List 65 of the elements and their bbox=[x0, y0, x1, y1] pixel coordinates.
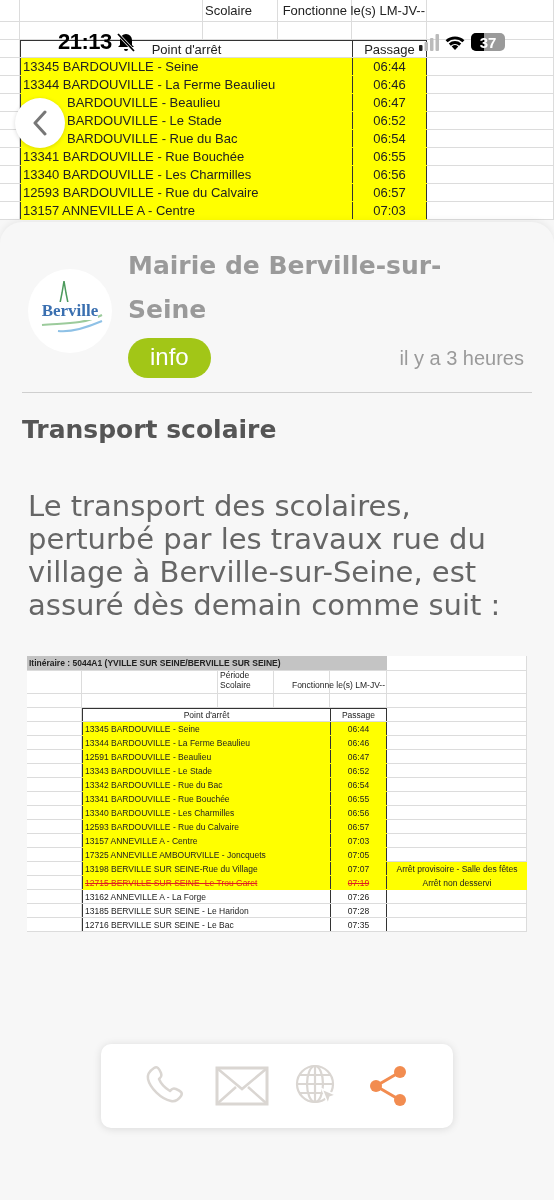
table-cell: 06:44 bbox=[330, 722, 387, 735]
table-cell-text: Scolaire bbox=[204, 1, 253, 20]
table-cell: 07:28 bbox=[330, 904, 387, 917]
table-cell: 06:52 bbox=[352, 112, 427, 129]
table-cell: 06:47 bbox=[352, 94, 427, 111]
post-body: Le transport des scolaires, perturbé par les travaux rue du village à Berville-sur-Seine, est assuré dès demain comme suit : bbox=[28, 490, 502, 622]
table-cell: 06:52 bbox=[330, 764, 387, 777]
table-cell: 06:57 bbox=[330, 820, 387, 833]
table-cell: 13157 ANNEVILLE A - Centre bbox=[82, 834, 330, 847]
table-cell: 06:46 bbox=[330, 736, 387, 749]
table-cell-text: Fonctionne le(s) LM-JV-- bbox=[281, 2, 426, 20]
table-cell: 13198 BERVILLE SUR SEINE-Rue du Village bbox=[82, 862, 330, 875]
signal-icon bbox=[419, 33, 439, 51]
table-cell: 06:44 bbox=[352, 58, 427, 75]
table-cell: 07:19 bbox=[330, 876, 387, 889]
post-title: Transport scolaire bbox=[22, 415, 278, 444]
table-cell: 13185 BERVILLE SUR SEINE - Le Haridon bbox=[82, 904, 330, 917]
table-cell: 13340 BARDOUVILLE - Les Charmilles bbox=[20, 166, 352, 183]
post-time: il y a 3 heures bbox=[399, 346, 524, 370]
table-cell: 13344 BARDOUVILLE - La Ferme Beaulieu bbox=[20, 76, 352, 93]
table-cell: 13157 ANNEVILLE A - Centre bbox=[20, 202, 352, 219]
table-cell: 12715 BERVILLE SUR SEINE -Le Trou Garet bbox=[82, 876, 330, 889]
table-cell: Arrêt non desservi bbox=[387, 876, 527, 889]
table-cell: 12716 BERVILLE SUR SEINE - Le Bac bbox=[82, 918, 330, 931]
table-cell: 17325 ANNEVILLE AMBOURVILLE - Joncquets bbox=[82, 848, 330, 861]
column-header: Point d'arrêt bbox=[82, 708, 330, 721]
mail-icon[interactable] bbox=[214, 1066, 269, 1106]
table-cell: 06:46 bbox=[352, 76, 427, 93]
table-cell-text: Période Scolaire bbox=[219, 671, 252, 693]
table-cell: 07:03 bbox=[330, 834, 387, 847]
table-cell: 13162 ANNEVILLE A - La Forge bbox=[82, 890, 330, 903]
table-cell: 13345 BARDOUVILLE - Seine bbox=[20, 58, 352, 75]
table-cell: 07:07 bbox=[330, 862, 387, 875]
chevron-left-icon bbox=[32, 110, 48, 136]
table-cell: 07:26 bbox=[330, 890, 387, 903]
table-cell: 06:47 bbox=[330, 750, 387, 763]
table-cell: 07:03 bbox=[352, 202, 427, 219]
table-cell: 13343 BARDOUVILLE - Le Stade bbox=[82, 764, 330, 777]
column-header: Passage bbox=[330, 708, 387, 721]
table-cell: 12593 BARDOUVILLE - Rue du Calvaire bbox=[82, 820, 330, 833]
table-cell: 06:54 bbox=[352, 130, 427, 147]
table-cell: 07:35 bbox=[330, 918, 387, 931]
table-cell: 06:55 bbox=[330, 792, 387, 805]
table-cell: 12593 BARDOUVILLE - Rue du Calvaire bbox=[20, 184, 352, 201]
table-cell: Arrêt provisoire - Salle des fêtes bbox=[387, 862, 527, 875]
table-cell: 12591 BARDOUVILLE - Beaulieu bbox=[82, 750, 330, 763]
publisher-name: Mairie de Berville-sur-Seine bbox=[128, 250, 443, 326]
sheet-title: Itinéraire : 5044A1 (YVILLE SUR SEINE/BERVILLE SUR SEINE) bbox=[27, 656, 387, 670]
category-tag: info bbox=[128, 338, 211, 378]
table-cell: 06:57 bbox=[352, 184, 427, 201]
table-cell: 13341 BARDOUVILLE - Rue Bouchée bbox=[20, 148, 352, 165]
wifi-icon bbox=[443, 33, 467, 51]
table-cell: 06:54 bbox=[330, 778, 387, 791]
table-cell: 06:56 bbox=[352, 166, 427, 183]
table-cell: 13341 BARDOUVILLE - Rue Bouchée bbox=[82, 792, 330, 805]
town-logo: Berville bbox=[28, 269, 112, 353]
table-cell: 07:05 bbox=[330, 848, 387, 861]
table-cell: 13345 BARDOUVILLE - Seine bbox=[82, 722, 330, 735]
table-cell: 13344 BARDOUVILLE - La Ferme Beaulieu bbox=[82, 736, 330, 749]
column-header: Passage bbox=[352, 40, 427, 57]
table-cell: 06:55 bbox=[352, 148, 427, 165]
table-cell: 13340 BARDOUVILLE - Les Charmilles bbox=[82, 806, 330, 819]
table-cell: 06:56 bbox=[330, 806, 387, 819]
table-cell: 13342 BARDOUVILLE - Rue du Bac bbox=[82, 778, 330, 791]
table-cell-text: Fonctionne le(s) LM-JV-- bbox=[290, 679, 386, 692]
